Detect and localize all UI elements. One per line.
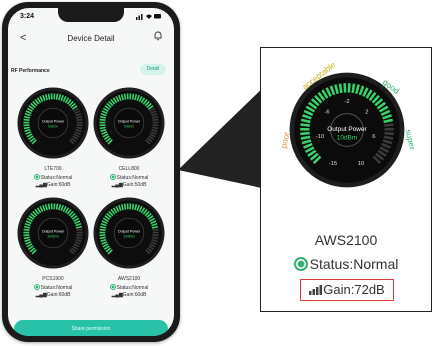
gauge-tick bbox=[300, 131, 310, 136]
gain-bars-icon bbox=[309, 285, 323, 295]
scale-label: 2 bbox=[365, 110, 368, 116]
gauge-tick bbox=[384, 131, 394, 136]
zoom-gain-text: Gain:72dB bbox=[323, 282, 385, 297]
output-power-value: 10dBm bbox=[337, 134, 357, 141]
output-power-label: Output Power bbox=[327, 126, 367, 133]
status-dot-icon bbox=[293, 257, 308, 271]
zoom-gauge: poor acceptable good super -15 -10 -6 -2… bbox=[279, 60, 417, 188]
gauge-tick bbox=[351, 83, 356, 94]
zoom-panel: poor acceptable good super -15 -10 -6 -2… bbox=[260, 47, 432, 312]
zoom-status-text: Status:Normal bbox=[309, 256, 399, 272]
scale-label: 10 bbox=[358, 161, 365, 167]
gauge-tick bbox=[383, 135, 394, 140]
scale-label: -15 bbox=[329, 161, 337, 167]
gauge-tick bbox=[384, 123, 394, 127]
scale-label: -10 bbox=[316, 134, 325, 140]
zoom-gain-highlight: Gain:72dB bbox=[300, 279, 394, 301]
scale-label: -2 bbox=[344, 99, 349, 105]
zoom-band-name: AWS2100 bbox=[314, 232, 378, 248]
gauge-label-poor: poor bbox=[279, 131, 291, 149]
gauge-tick bbox=[338, 83, 343, 94]
scale-label: 6 bbox=[372, 134, 375, 140]
zoom-band-status: Status:Normal bbox=[261, 256, 431, 272]
gauge-tick bbox=[300, 135, 311, 140]
scale-label: -6 bbox=[324, 110, 329, 116]
gauge-tick bbox=[300, 123, 310, 127]
gauge-label-super: super bbox=[404, 129, 417, 151]
